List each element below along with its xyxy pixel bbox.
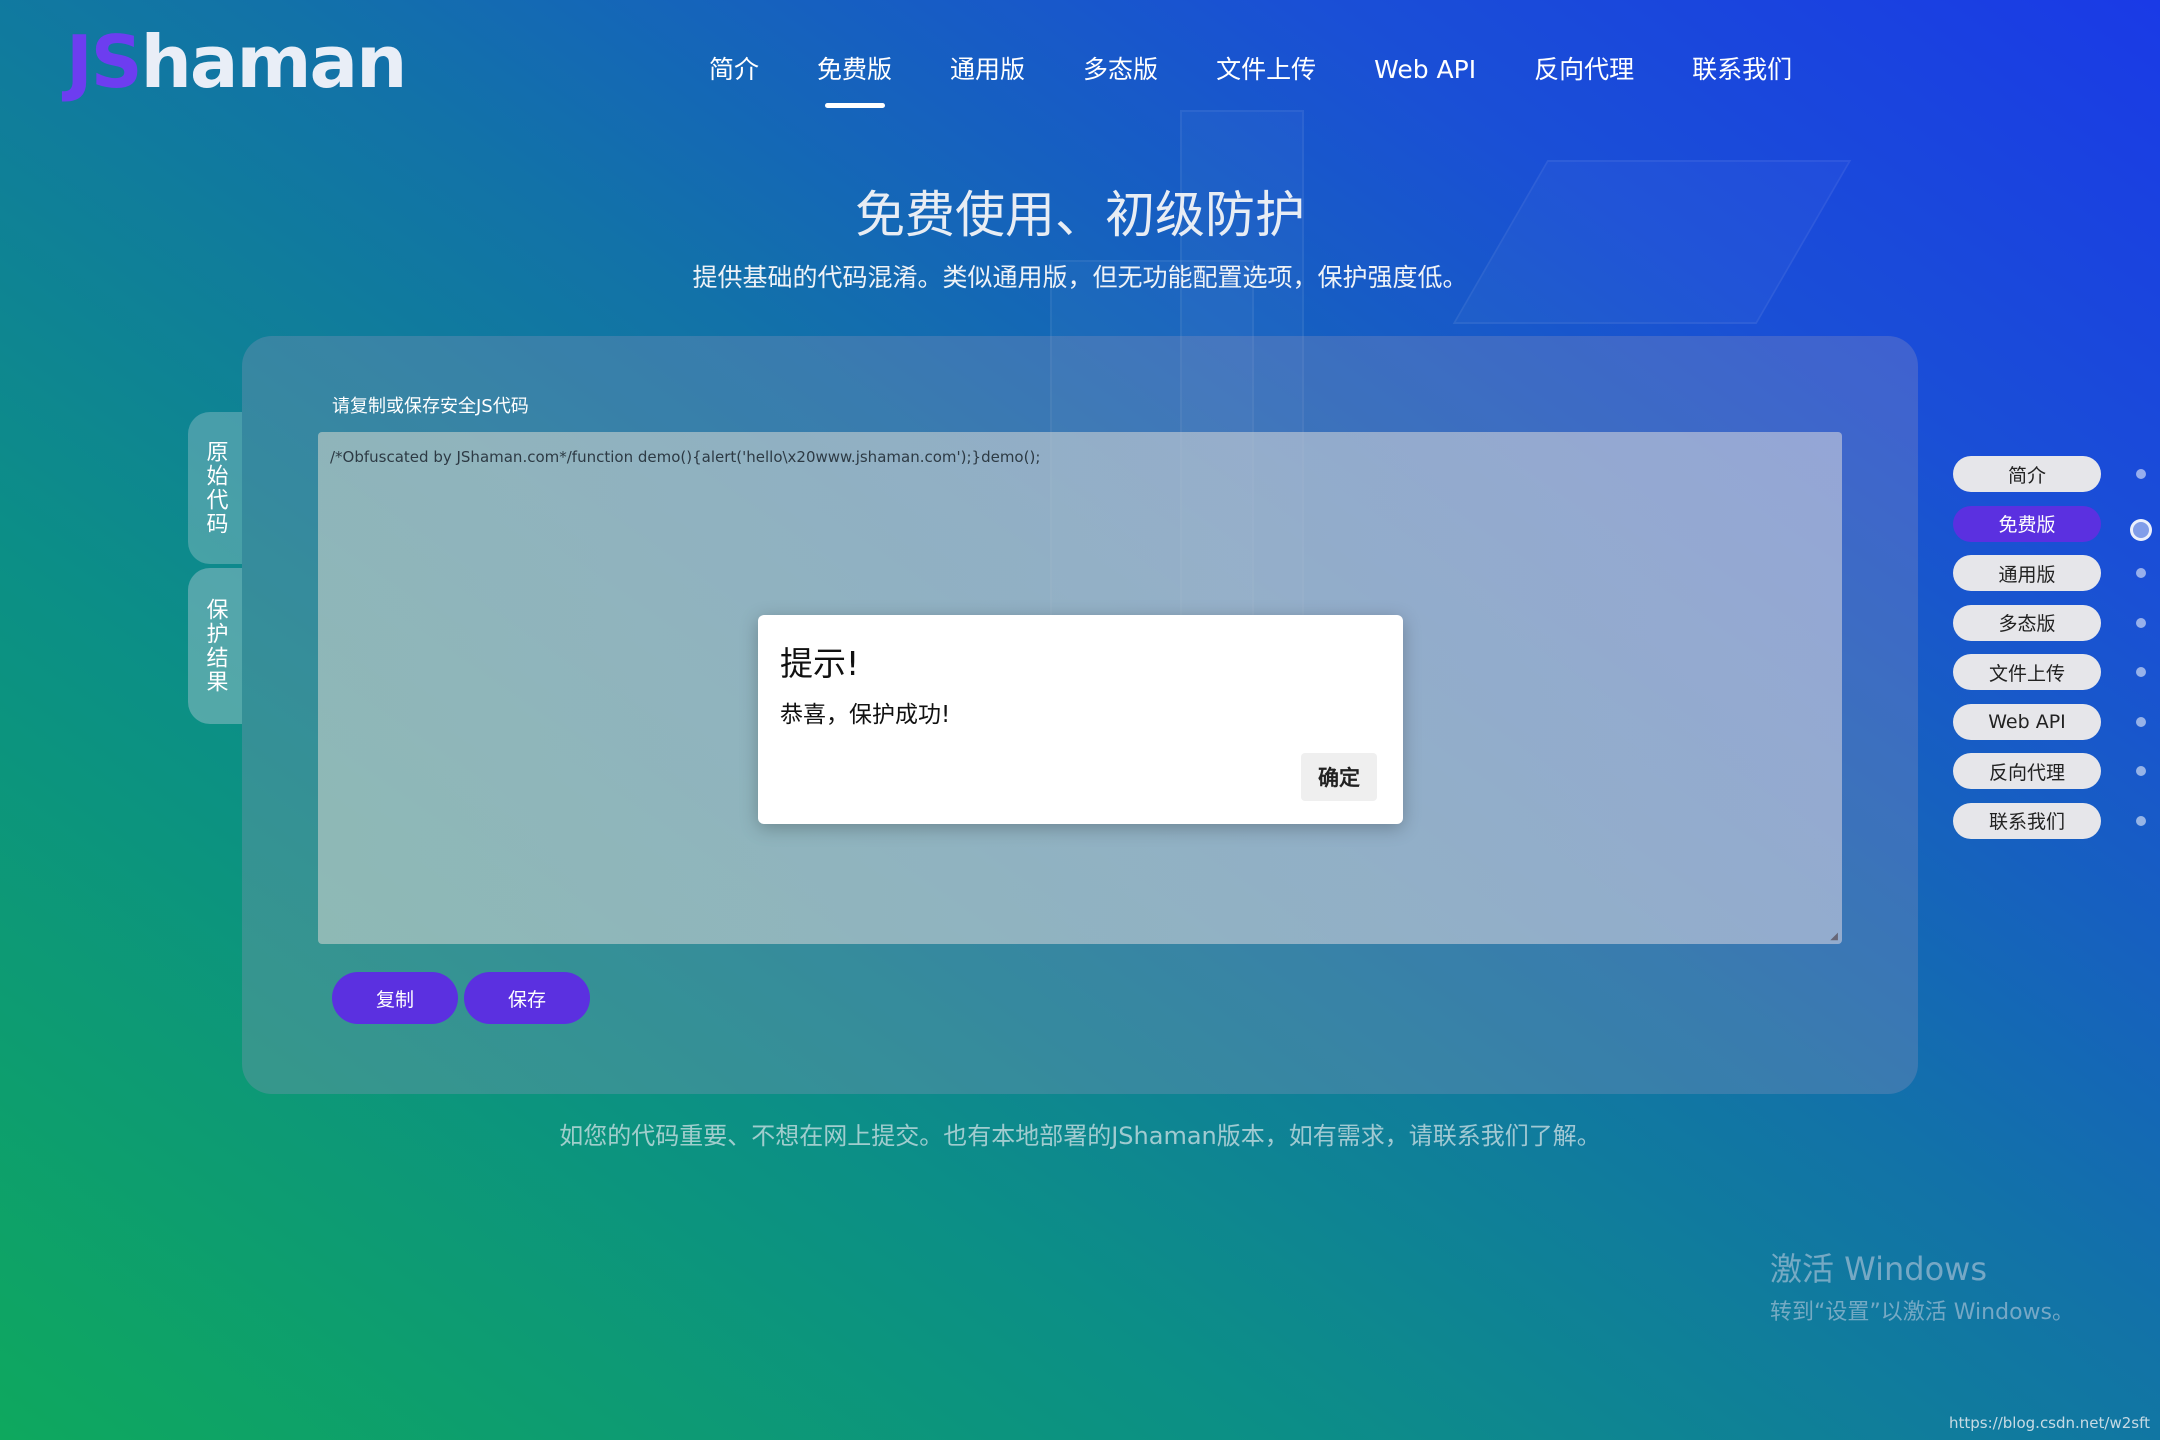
scroll-dot[interactable] [2136,568,2146,578]
side-nav-reverse-proxy[interactable]: 反向代理 [1953,753,2101,789]
windows-activation-watermark: 激活 Windows 转到“设置”以激活 Windows。 [1770,1244,2074,1326]
nav-contact[interactable]: 联系我们 [1663,48,1821,92]
side-nav-free-version[interactable]: 免费版 [1953,505,2101,542]
resize-handle-icon[interactable]: ◢ [1830,931,1838,942]
copy-button[interactable]: 复制 [332,972,458,1024]
tab-protection-result[interactable]: 保护结果 [188,568,242,724]
page-title: 免费使用、初级防护 [855,186,1305,244]
watermark-line2: 转到“设置”以激活 Windows。 [1770,1300,2074,1325]
scroll-dot[interactable] [2136,667,2146,677]
side-nav-intro[interactable]: 简介 [1953,456,2101,492]
scroll-dot[interactable] [2136,617,2146,628]
tab-original-label: 原始代码 [202,440,228,536]
logo[interactable]: JShaman [66,20,408,104]
nav-general-version[interactable]: 通用版 [921,48,1054,92]
side-nav-polymorphic-version[interactable]: 多态版 [1953,604,2101,641]
tab-original-code[interactable]: 原始代码 [188,412,242,564]
footer-note: 如您的代码重要、不想在网上提交。也有本地部署的JShaman版本，如有需求，请联… [559,1122,1601,1150]
scroll-dot-active[interactable] [2130,518,2152,541]
editor-label: 请复制或保存安全JS代码 [332,396,529,417]
tab-result-label: 保护结果 [202,598,228,694]
nav-free-version[interactable]: 免费版 [788,48,921,92]
scroll-dot[interactable] [2136,766,2146,776]
scroll-dot[interactable] [2136,469,2146,479]
logo-js: JS [66,20,143,104]
page-subtitle: 提供基础的代码混淆。类似通用版，但无功能配置选项，保护强度低。 [692,263,1468,292]
save-button[interactable]: 保存 [464,972,590,1024]
scroll-dot[interactable] [2136,815,2146,826]
dialog-ok-button[interactable]: 确定 [1301,753,1377,801]
right-side-navigation: 简介 免费版 通用版 多态版 文件上传 Web API 反向代理 联系我们 [1953,456,2101,852]
side-nav-file-upload[interactable]: 文件上传 [1953,654,2101,690]
nav-intro[interactable]: 简介 [680,48,788,92]
alert-dialog: 提示! 恭喜，保护成功! 确定 [758,615,1403,824]
top-navigation: 简介 免费版 通用版 多态版 文件上传 Web API 反向代理 联系我们 [680,48,1821,92]
nav-file-upload[interactable]: 文件上传 [1187,48,1345,92]
logo-text: haman [140,20,408,104]
dialog-title: 提示! [780,644,860,683]
nav-web-api[interactable]: Web API [1345,48,1505,92]
dialog-message: 恭喜，保护成功! [780,702,951,728]
nav-reverse-proxy[interactable]: 反向代理 [1505,48,1663,92]
nav-polymorphic-version[interactable]: 多态版 [1054,48,1187,92]
code-content: /*Obfuscated by JShaman.com*/function de… [330,448,1041,466]
side-nav-contact[interactable]: 联系我们 [1953,802,2101,839]
side-nav-web-api[interactable]: Web API [1953,703,2101,740]
blog-url: https://blog.csdn.net/w2sft [1949,1414,2150,1432]
watermark-line1: 激活 Windows [1770,1250,1988,1288]
scroll-dot[interactable] [2136,716,2146,727]
side-nav-general-version[interactable]: 通用版 [1953,555,2101,591]
scroll-indicator [2130,456,2152,865]
